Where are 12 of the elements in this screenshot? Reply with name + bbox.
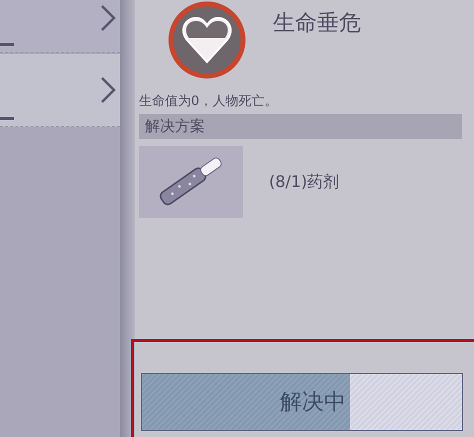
- chevron-right-icon: [100, 76, 116, 104]
- condition-title: 生命垂危: [273, 10, 361, 38]
- underline-mark: [0, 117, 14, 120]
- condition-description: 生命值为0，人物死亡。: [139, 93, 278, 110]
- item-label: (8/1)药剂: [269, 172, 340, 192]
- sidebar-item[interactable]: [0, 54, 120, 127]
- vial-icon: [139, 146, 243, 218]
- sidebar-item[interactable]: [0, 0, 120, 53]
- underline-mark: [0, 43, 14, 46]
- section-header: 解决方案: [139, 114, 462, 139]
- chevron-right-icon: [100, 4, 116, 32]
- progress-label: 解决中: [280, 389, 347, 417]
